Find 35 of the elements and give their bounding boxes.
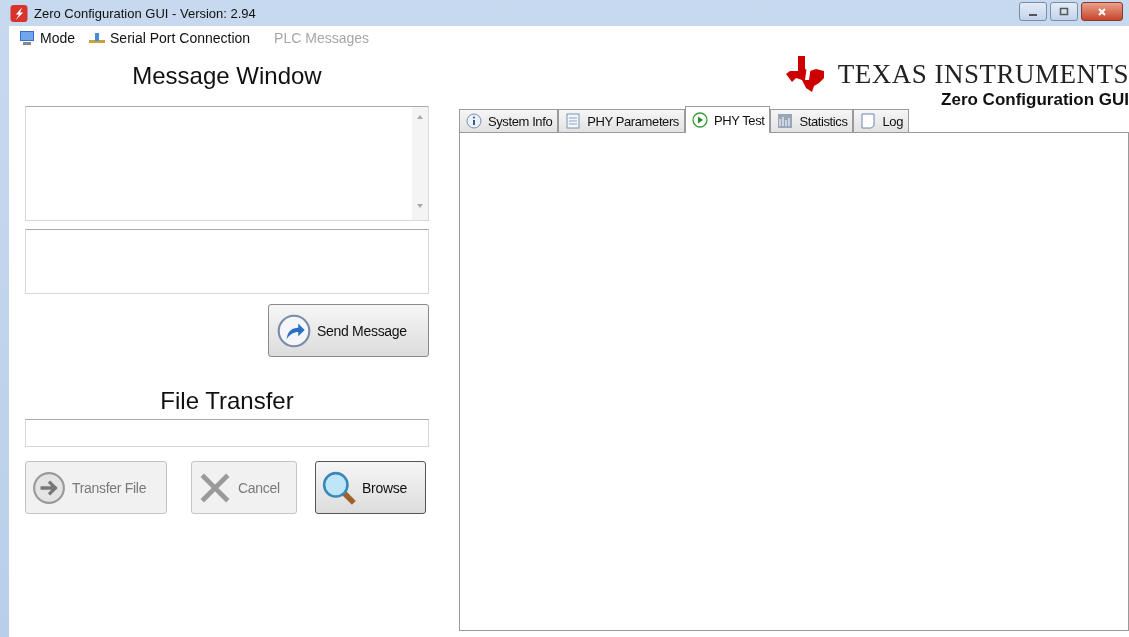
menu-item[interactable]: Serial Port Connection [85, 30, 255, 46]
play-icon [691, 112, 708, 128]
texas-logo-icon [785, 56, 826, 92]
message-window-heading: Message Window [132, 62, 322, 91]
monitor-icon [19, 30, 35, 46]
tab[interactable]: System Info [459, 109, 559, 132]
tab[interactable]: PHY Test [684, 106, 771, 133]
window-title: Zero Configuration GUI - Version: 2.94 [34, 5, 257, 21]
app-icon [10, 4, 28, 22]
connector-icon [89, 30, 106, 46]
app-subtitle: Zero Configuration GUI [941, 90, 1129, 110]
scroll-down-icon [416, 202, 424, 210]
close-icon [1097, 6, 1107, 17]
file-transfer-heading: File Transfer [160, 387, 294, 416]
menu-item[interactable]: Mode [15, 30, 80, 46]
send-message-button[interactable]: Send Message [268, 304, 429, 357]
brand-name: TEXAS INSTRUMENTS [837, 58, 1129, 90]
tab[interactable]: Statistics [770, 109, 854, 132]
tab[interactable]: PHY Parameters [558, 109, 685, 132]
chart-icon [777, 113, 794, 129]
magnifier-icon [322, 470, 356, 505]
tab[interactable]: Log [853, 109, 909, 132]
scroll-up-icon [416, 113, 424, 121]
close-button[interactable] [1081, 2, 1123, 21]
message-input-field[interactable] [25, 229, 429, 294]
document-icon [565, 113, 582, 129]
browse-button[interactable]: Browse [315, 461, 426, 514]
scrollbar[interactable] [412, 107, 428, 220]
maximize-button[interactable] [1050, 2, 1078, 21]
info-icon [466, 113, 482, 129]
minimize-icon [1029, 13, 1037, 16]
file-path-field[interactable] [25, 419, 429, 447]
maximize-icon [1059, 6, 1069, 17]
page-icon [860, 113, 877, 129]
minimize-button[interactable] [1019, 2, 1047, 21]
